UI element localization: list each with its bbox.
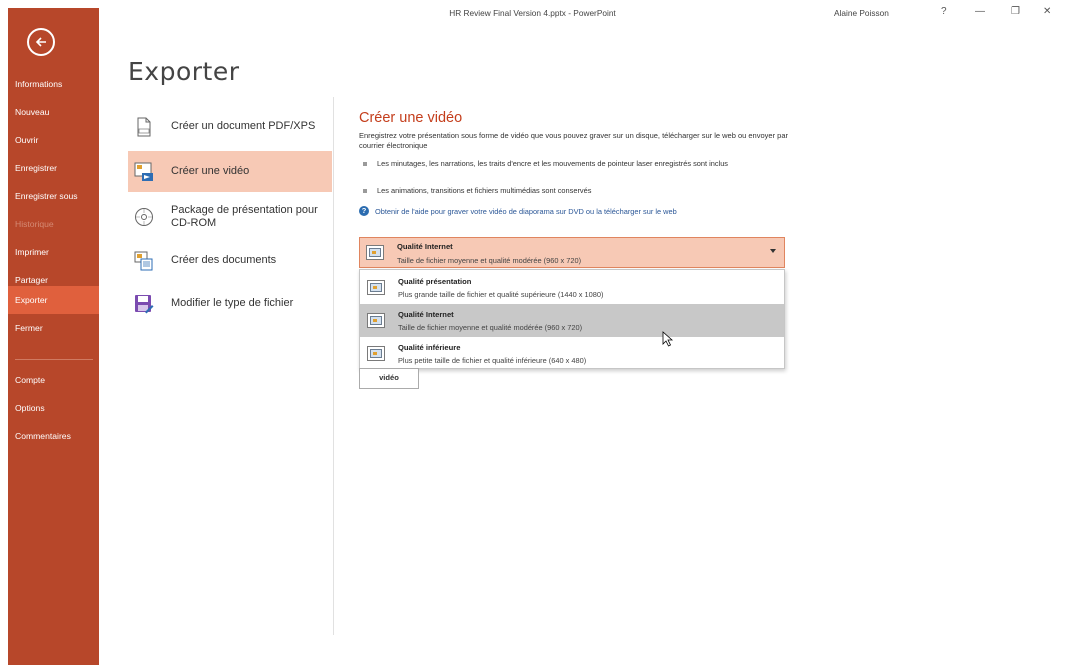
bullet-text: Les animations, transitions et fichiers …	[377, 186, 592, 195]
window-title: HR Review Final Version 4.pptx - PowerPo…	[449, 8, 616, 18]
handouts-icon	[134, 251, 153, 270]
quality-option-title: Qualité Internet	[398, 310, 454, 319]
nav-item-imprimer[interactable]: Imprimer	[8, 238, 99, 266]
mouse-pointer-icon	[662, 331, 674, 347]
chevron-down-icon	[770, 249, 776, 253]
option-create-handouts[interactable]: Créer des documents	[128, 240, 332, 281]
section-title: Créer une vidéo	[359, 110, 463, 126]
section-description: Enregistrez votre présentation sous form…	[359, 131, 788, 150]
close-button[interactable]: ✕	[1043, 6, 1051, 17]
nav-item-enregistrer-sous[interactable]: Enregistrer sous	[8, 182, 99, 210]
help-button[interactable]: ?	[941, 6, 947, 17]
nav-item-options[interactable]: Options	[8, 394, 99, 422]
presentation-icon	[367, 313, 385, 328]
bullet-item: Les animations, transitions et fichiers …	[361, 186, 781, 196]
nav-item-compte[interactable]: Compte	[8, 366, 99, 394]
presentation-icon	[366, 245, 384, 260]
restore-button[interactable]: ❐	[1011, 6, 1020, 17]
nav-item-historique: Historique	[15, 219, 54, 229]
option-label: Package de présentation pour CD-ROM	[171, 204, 318, 229]
option-label: Créer une vidéo	[171, 165, 250, 177]
option-pdf-xps[interactable]: Créer un document PDF/XPS	[128, 106, 332, 147]
option-label: Créer des documents	[171, 254, 277, 266]
option-change-file-type[interactable]: Modifier le type de fichier	[128, 283, 332, 324]
pdf-document-icon	[137, 117, 151, 136]
option-label: Créer un document PDF/XPS	[171, 120, 316, 132]
presentation-icon	[367, 346, 385, 361]
quality-option-title: Qualité inférieure	[398, 343, 461, 352]
quality-option-subtitle: Plus petite taille de fichier et qualité…	[398, 356, 587, 365]
nav-item-commentaires[interactable]: Commentaires	[8, 422, 99, 450]
bullet-icon	[363, 189, 367, 193]
bullet-text: Les minutages, les narrations, les trait…	[377, 159, 728, 168]
page-title: Exporter	[128, 57, 240, 86]
nav-divider	[15, 359, 93, 360]
quality-option-subtitle: Taille de fichier moyenne et qualité mod…	[398, 323, 583, 332]
nav-item-exporter[interactable]: Exporter	[8, 286, 99, 314]
quality-options-list: Qualité présentation Plus grande taille …	[359, 269, 785, 369]
help-question-icon: ?	[359, 206, 369, 216]
quality-selected-title: Qualité Internet	[397, 242, 453, 251]
option-package-cd[interactable]: Package de présentation pour CD-ROM	[128, 195, 332, 239]
quality-selected-subtitle: Taille de fichier moyenne et qualité mod…	[397, 256, 582, 265]
quality-option-low[interactable]: Qualité inférieure Plus petite taille de…	[360, 337, 784, 370]
back-arrow-icon	[35, 37, 46, 47]
nav-item-informations[interactable]: Informations	[8, 70, 99, 98]
bullet-icon	[363, 162, 367, 166]
back-button[interactable]	[27, 28, 55, 56]
presentation-icon	[367, 280, 385, 295]
quality-option-internet[interactable]: Qualité Internet Taille de fichier moyen…	[360, 304, 784, 337]
nav-item-fermer[interactable]: Fermer	[8, 314, 99, 342]
video-icon	[134, 162, 153, 181]
column-divider	[333, 97, 334, 635]
nav-item-ouvrir[interactable]: Ouvrir	[8, 126, 99, 154]
create-video-button[interactable]: vidéo	[359, 368, 419, 389]
quality-dropdown[interactable]: Qualité Internet Taille de fichier moyen…	[359, 237, 785, 268]
nav-item-nouveau[interactable]: Nouveau	[8, 98, 99, 126]
help-link-text: Obtenir de l'aide pour graver votre vidé…	[375, 206, 677, 216]
cd-icon	[135, 208, 153, 226]
minimize-button[interactable]: —	[975, 6, 985, 17]
user-name[interactable]: Alaine Poisson	[834, 8, 889, 18]
bullet-item: Les minutages, les narrations, les trait…	[361, 159, 781, 169]
file-type-icon	[135, 294, 154, 313]
help-link[interactable]: ? Obtenir de l'aide pour graver votre vi…	[359, 206, 677, 216]
option-label: Modifier le type de fichier	[171, 297, 294, 309]
nav-item-enregistrer[interactable]: Enregistrer	[8, 154, 99, 182]
backstage-nav: Informations Nouveau Ouvrir Enregistrer …	[8, 8, 99, 665]
quality-option-presentation[interactable]: Qualité présentation Plus grande taille …	[360, 271, 784, 304]
quality-option-subtitle: Plus grande taille de fichier et qualité…	[398, 290, 604, 299]
option-create-video[interactable]: Créer une vidéo	[128, 151, 332, 192]
quality-option-title: Qualité présentation	[398, 277, 472, 286]
